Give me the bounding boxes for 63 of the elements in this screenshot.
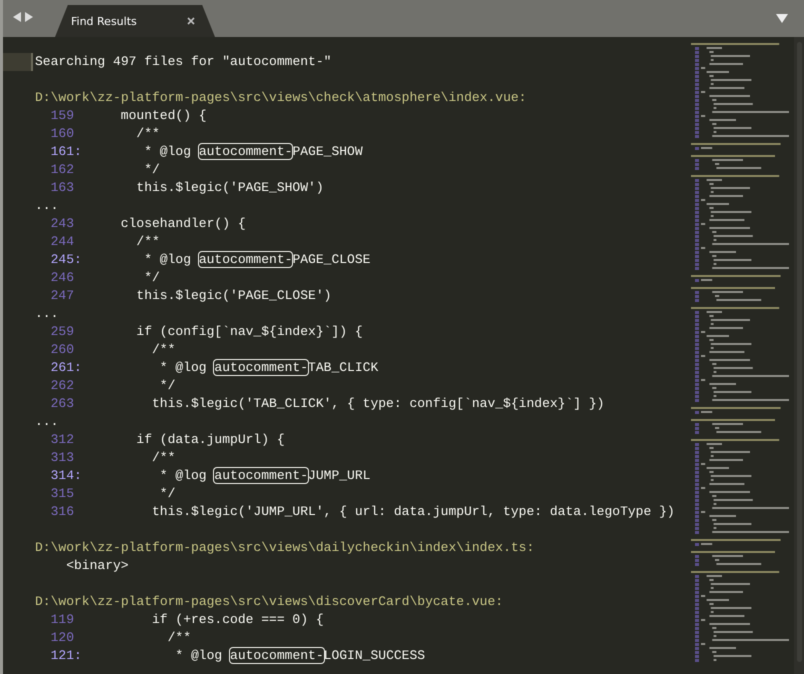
- ellipsis-text: ...: [35, 197, 58, 215]
- code-line: this.$legic('PAGE_CLOSE'): [135, 287, 332, 305]
- search-summary: Searching 497 files for "autocomment-": [35, 53, 332, 71]
- code-line: /**: [135, 233, 160, 251]
- line-number: 246: [50, 269, 75, 287]
- code-line: /**: [151, 449, 176, 467]
- line-number: 160: [50, 125, 75, 143]
- code-line: * @log autocomment-PAGE_CLOSE: [143, 251, 370, 269]
- line-number: 316: [50, 503, 75, 521]
- line-number: 162: [50, 161, 75, 179]
- code-line: * @log autocomment-LOGIN_SUCCESS: [174, 647, 426, 665]
- code-line: this.$legic('JUMP_URL', { url: data.jumpUrl, type: data.legoType }): [151, 503, 675, 521]
- code-line: closehandler() {: [120, 215, 246, 233]
- close-icon[interactable]: [187, 17, 195, 25]
- binary-note: <binary>: [66, 557, 129, 575]
- code-line: this.$legic('PAGE_SHOW'): [135, 179, 324, 197]
- line-number: 243: [50, 215, 75, 233]
- match-highlight: autocomment-: [198, 144, 292, 159]
- line-number: 245:: [50, 251, 83, 269]
- line-number: 163: [50, 179, 75, 197]
- code-line: /**: [135, 125, 160, 143]
- file-path[interactable]: D:\work\zz-platform-pages\src\views\check\atmosphere\index.vue:: [35, 89, 526, 107]
- ellipsis-text: ...: [35, 413, 58, 431]
- line-number: 312: [50, 431, 75, 449]
- match-highlight: autocomment-: [214, 468, 308, 483]
- line-number: 260: [50, 341, 75, 359]
- line-number: 244: [50, 233, 75, 251]
- code-line: if (config[`nav_${index}`]) {: [135, 323, 363, 341]
- line-number: 247: [50, 287, 75, 305]
- code-line: * @log autocomment-JUMP_URL: [158, 467, 370, 485]
- code-line: this.$legic('TAB_CLICK', { type: config[`nav_${index}`] }): [151, 395, 604, 413]
- code-line: */: [158, 485, 176, 503]
- line-number: 315: [50, 485, 75, 503]
- code-line: */: [158, 377, 176, 395]
- code-line: * @log autocomment-PAGE_SHOW: [143, 143, 363, 161]
- code-line: mounted() {: [120, 107, 207, 125]
- line-number: 313: [50, 449, 75, 467]
- code-line: /**: [166, 629, 192, 647]
- code-line: if (+res.code === 0) {: [151, 611, 324, 629]
- line-number: 161:: [50, 143, 83, 161]
- line-number: 259: [50, 323, 75, 341]
- line-number: 120: [50, 629, 75, 647]
- line-number: 121:: [50, 647, 83, 665]
- line-number: 314:: [50, 467, 83, 485]
- line-number: 261:: [50, 359, 83, 377]
- ellipsis-text: ...: [35, 305, 58, 323]
- right-arrow-icon[interactable]: [25, 12, 33, 22]
- code-line: */: [143, 161, 160, 179]
- tab[interactable]: Find Results: [55, 5, 215, 37]
- dropdown-triangle-icon[interactable]: [776, 14, 788, 23]
- file-path[interactable]: D:\work\zz-platform-pages\src\views\dailycheckin\index\index.ts:: [35, 539, 534, 557]
- match-highlight: autocomment-: [230, 648, 324, 663]
- match-highlight: autocomment-: [198, 252, 292, 267]
- line-number: 262: [50, 377, 75, 395]
- line-number: 263: [50, 395, 75, 413]
- code-line: if (data.jumpUrl) {: [135, 431, 285, 449]
- code-line: /**: [151, 341, 176, 359]
- left-arrow-icon[interactable]: [13, 12, 21, 22]
- line-number: 159: [50, 107, 75, 125]
- file-path[interactable]: D:\work\zz-platform-pages\src\views\discoverCard\bycate.vue:: [35, 593, 504, 611]
- code-line: */: [143, 269, 160, 287]
- match-highlight: autocomment-: [214, 360, 308, 375]
- line-number: 119: [50, 611, 75, 629]
